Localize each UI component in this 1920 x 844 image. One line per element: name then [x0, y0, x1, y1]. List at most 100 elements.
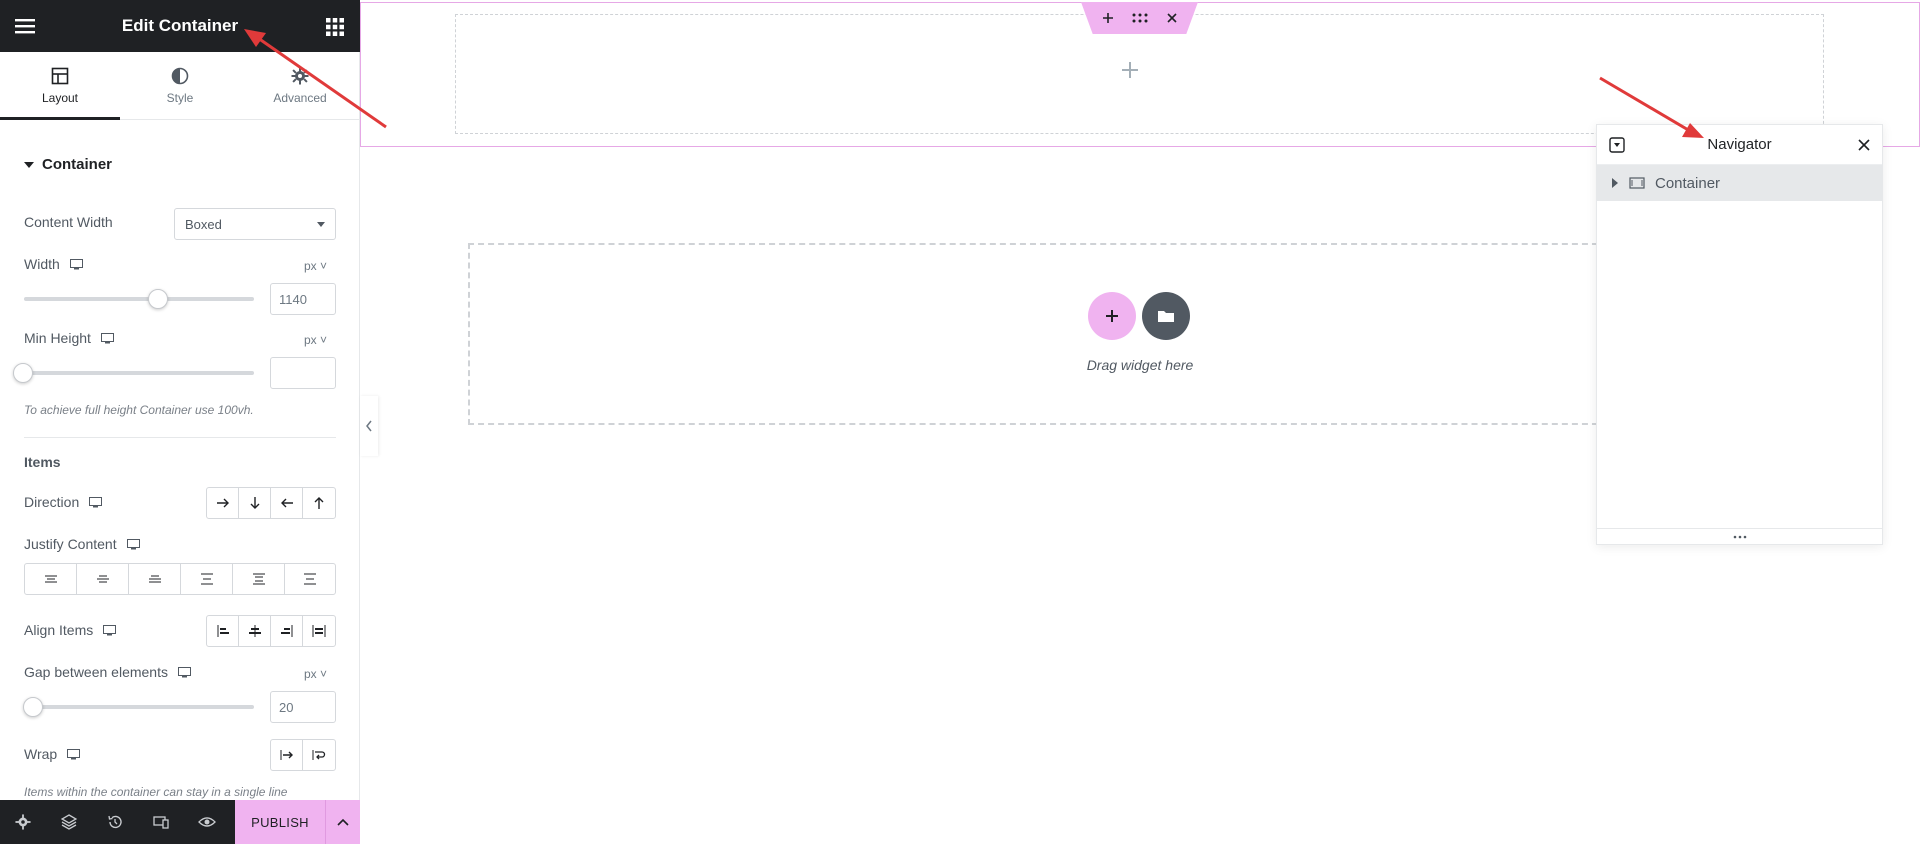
- navigator-title: Navigator: [1707, 136, 1772, 153]
- arrow-up-icon: [314, 497, 324, 509]
- section-container-title: Container: [42, 156, 113, 173]
- direction-row-button[interactable]: [207, 488, 239, 518]
- add-template-button[interactable]: [1142, 292, 1190, 340]
- width-slider-handle[interactable]: [148, 289, 168, 309]
- justify-center-button[interactable]: [77, 564, 129, 594]
- add-new-container-button[interactable]: [1088, 292, 1136, 340]
- gear-icon: [291, 67, 309, 84]
- content-width-label-text: Content Width: [24, 214, 113, 230]
- tab-style-label: Style: [166, 90, 194, 105]
- gap-label: Gap between elements: [24, 664, 191, 680]
- desktop-icon[interactable]: [69, 258, 83, 270]
- drag-widget-hint: Drag widget here: [1086, 357, 1194, 373]
- width-slider[interactable]: [24, 297, 254, 301]
- desktop-icon[interactable]: [89, 496, 103, 508]
- navigator-header[interactable]: Navigator: [1597, 125, 1882, 165]
- desktop-icon[interactable]: [103, 624, 117, 636]
- min-height-unit-select[interactable]: px ˅: [304, 333, 327, 347]
- width-input[interactable]: 1140: [270, 283, 336, 315]
- direction-column-reverse-button[interactable]: [303, 488, 335, 518]
- min-height-hint: To achieve full height Container use 100…: [24, 403, 254, 417]
- publish-options-button[interactable]: [325, 800, 360, 844]
- justify-center-icon: [96, 575, 109, 583]
- gap-input[interactable]: 20: [270, 691, 336, 723]
- wrap-label-text: Wrap: [24, 746, 58, 762]
- align-center-icon: [248, 625, 261, 637]
- caret-down-icon: [24, 161, 34, 168]
- menu-icon[interactable]: [14, 16, 36, 36]
- collapse-all-icon[interactable]: [1609, 137, 1625, 153]
- navigator-item-container[interactable]: Container: [1597, 165, 1882, 201]
- gear-icon: [15, 814, 31, 830]
- arrow-down-icon: [250, 497, 259, 509]
- new-section-dropzone[interactable]: [468, 243, 1608, 425]
- desktop-icon[interactable]: [67, 748, 81, 760]
- chevron-up-icon: [337, 818, 349, 826]
- navigator-button[interactable]: [46, 800, 92, 844]
- content-width-label: Content Width: [24, 214, 113, 230]
- align-end-button[interactable]: [271, 616, 303, 646]
- direction-column-button[interactable]: [239, 488, 271, 518]
- align-items-label: Align Items: [24, 622, 117, 638]
- desktop-icon[interactable]: [126, 538, 140, 550]
- min-height-slider[interactable]: [24, 371, 254, 375]
- direction-label: Direction: [24, 494, 103, 510]
- width-label: Width: [24, 256, 83, 272]
- gap-unit-select[interactable]: px ˅: [304, 667, 327, 681]
- responsive-mode-button[interactable]: [138, 800, 184, 844]
- gap-slider[interactable]: [24, 705, 254, 709]
- history-icon: [108, 815, 122, 829]
- justify-end-button[interactable]: [129, 564, 181, 594]
- content-width-select[interactable]: Boxed: [174, 208, 336, 240]
- drag-handle-icon[interactable]: [1132, 13, 1148, 23]
- eye-icon: [198, 817, 216, 827]
- section-container-toggle[interactable]: Container: [24, 156, 112, 173]
- justify-space-around-button[interactable]: [233, 564, 285, 594]
- tab-layout[interactable]: Layout: [0, 52, 120, 120]
- desktop-icon[interactable]: [100, 332, 114, 344]
- tab-advanced[interactable]: Advanced: [240, 52, 360, 119]
- panel-header: Edit Container: [0, 0, 360, 52]
- tab-layout-label: Layout: [41, 90, 79, 105]
- justify-space-between-icon: [200, 573, 213, 585]
- width-label-text: Width: [24, 256, 60, 272]
- panel-tabs: Layout Style Advanced: [0, 52, 360, 120]
- align-center-button[interactable]: [239, 616, 271, 646]
- settings-button[interactable]: [0, 800, 46, 844]
- gap-value: 20: [279, 699, 294, 715]
- navigator-resize-handle[interactable]: [1597, 528, 1882, 544]
- width-value: 1140: [279, 291, 307, 307]
- responsive-icon: [153, 816, 169, 829]
- width-unit-select[interactable]: px ˅: [304, 259, 327, 273]
- close-icon[interactable]: [1856, 137, 1872, 153]
- desktop-icon[interactable]: [177, 666, 191, 678]
- justify-space-between-button[interactable]: [181, 564, 233, 594]
- wrap-button[interactable]: [303, 740, 335, 770]
- apps-grid-icon[interactable]: [326, 18, 344, 36]
- preview-button[interactable]: [184, 800, 230, 844]
- align-stretch-icon: [312, 625, 326, 637]
- min-height-input[interactable]: [270, 357, 336, 389]
- folder-icon: [1158, 311, 1174, 322]
- expand-arrow-icon[interactable]: [1611, 178, 1619, 188]
- add-element-plus-icon[interactable]: [1120, 60, 1140, 80]
- justify-space-evenly-button[interactable]: [285, 564, 335, 594]
- justify-start-button[interactable]: [25, 564, 77, 594]
- collapse-panel-button[interactable]: [360, 396, 378, 456]
- min-height-slider-handle[interactable]: [13, 363, 33, 383]
- publish-button[interactable]: PUBLISH: [235, 800, 325, 844]
- history-button[interactable]: [92, 800, 138, 844]
- direction-row-reverse-button[interactable]: [271, 488, 303, 518]
- align-end-icon: [280, 625, 292, 637]
- delete-container-icon[interactable]: [1166, 12, 1178, 24]
- no-wrap-button[interactable]: [271, 740, 303, 770]
- direction-buttons: [206, 487, 336, 519]
- more-dots-icon: [1733, 535, 1746, 538]
- align-stretch-button[interactable]: [303, 616, 335, 646]
- add-container-icon[interactable]: [1102, 12, 1114, 24]
- tab-style[interactable]: Style: [120, 52, 240, 119]
- width-unit: px: [303, 259, 317, 273]
- gap-slider-handle[interactable]: [23, 697, 43, 717]
- align-start-button[interactable]: [207, 616, 239, 646]
- no-wrap-icon: [280, 750, 293, 760]
